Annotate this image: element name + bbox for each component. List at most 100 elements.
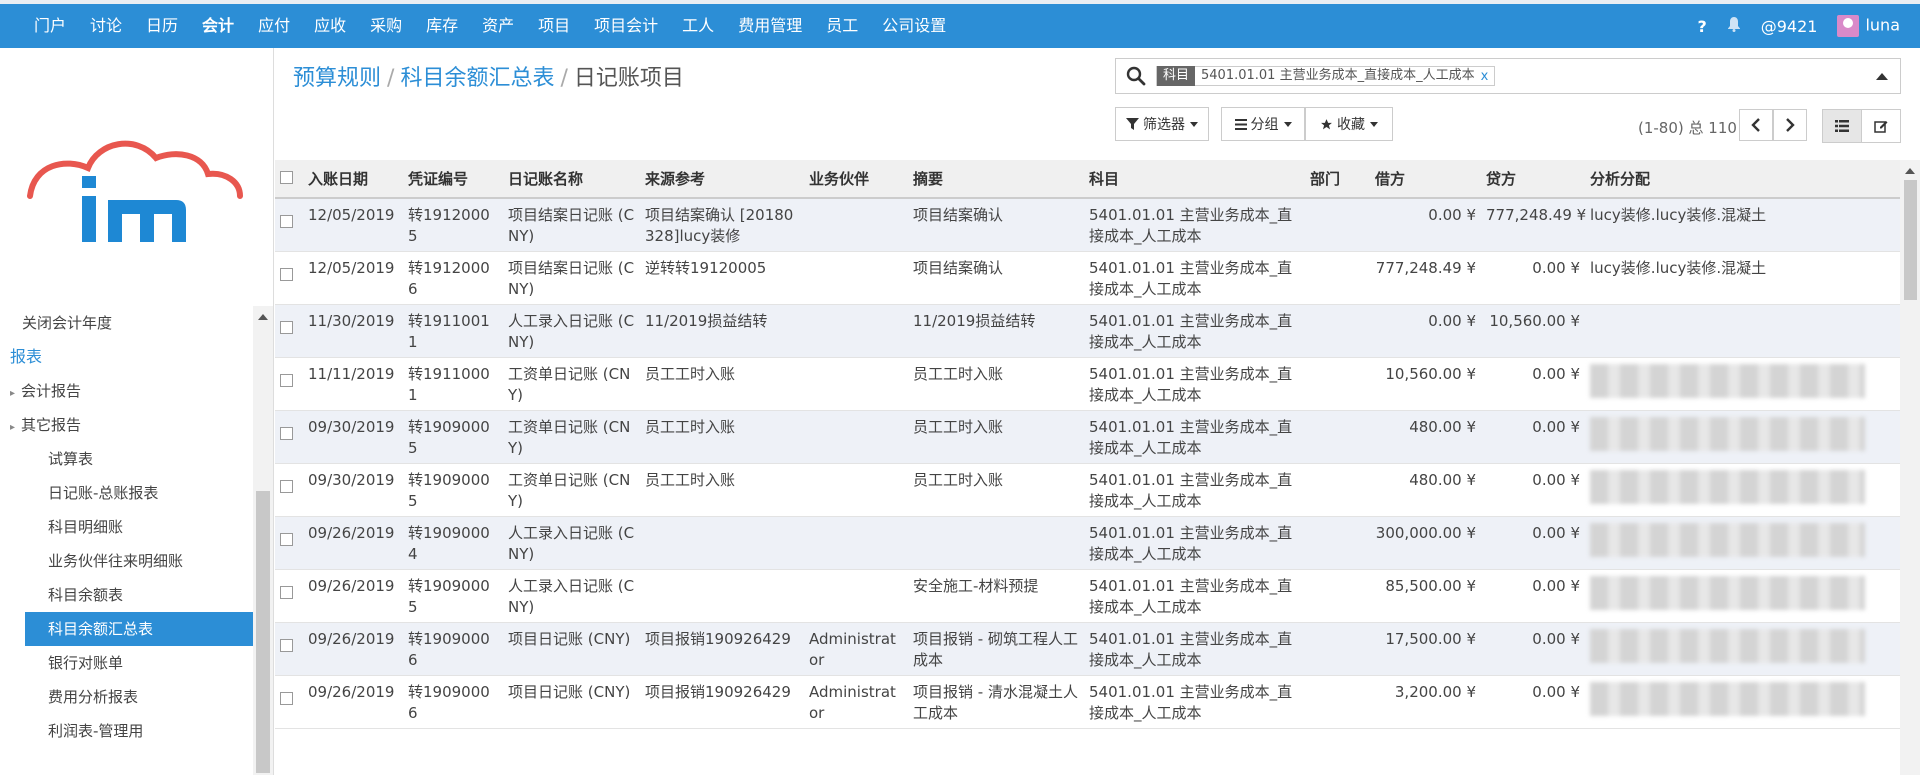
row-checkbox[interactable] <box>280 321 293 334</box>
row-select-cell <box>275 357 303 411</box>
column-header[interactable]: 摘要 <box>908 160 1084 199</box>
sidebar-item[interactable]: 银行对账单 <box>0 646 253 680</box>
menu-item[interactable]: 库存 <box>414 4 470 48</box>
table-row[interactable]: 09/26/2019 转19090006 项目日记账 (CNY) 项目报销190926… <box>275 622 1900 676</box>
row-checkbox[interactable] <box>280 215 293 228</box>
sidebar-item[interactable]: 业务伙伴往来明细账 <box>0 544 253 578</box>
column-header[interactable]: 部门 <box>1305 160 1370 199</box>
sidebar-item[interactable]: 科目余额表 <box>0 578 253 612</box>
list-view-button[interactable] <box>1822 109 1862 143</box>
row-checkbox[interactable] <box>280 692 293 705</box>
partner-cell: Administrator <box>804 675 908 729</box>
menu-item[interactable]: 资产 <box>470 4 526 48</box>
journal-cell: 人工录入日记账 (CNY) <box>503 569 640 623</box>
menu-item[interactable]: 采购 <box>358 4 414 48</box>
table-row[interactable]: 11/11/2019 转19110001 工资单日记账 (CNY) 员工工时入账 员工工… <box>275 357 1900 411</box>
favorites-button[interactable]: 收藏 <box>1305 107 1393 141</box>
edit-icon <box>1874 121 1888 133</box>
sidebar-item-label: 会计报告 <box>21 382 82 400</box>
groupby-label: 分组 <box>1250 117 1279 133</box>
menu-item[interactable]: 项目会计 <box>582 4 670 48</box>
form-view-button[interactable] <box>1861 109 1901 143</box>
user-menu[interactable]: luna <box>1837 15 1900 37</box>
menu-item[interactable]: 会计 <box>190 4 246 48</box>
row-checkbox[interactable] <box>280 480 293 493</box>
journal-items-table: 入账日期 凭证编号 日记账名称 来源参考 业务伙伴 摘要 科目 部门 借方 贷方… <box>275 160 1900 729</box>
menu-item[interactable]: 项目 <box>526 4 582 48</box>
select-all-checkbox[interactable] <box>280 170 293 184</box>
menu-item[interactable]: 应付 <box>246 4 302 48</box>
sidebar-scrollbar[interactable] <box>253 306 273 775</box>
department-cell <box>1305 569 1370 623</box>
sidebar-item[interactable]: ▸ 会计报告 <box>0 374 253 408</box>
table-row[interactable]: 09/26/2019 转19090004 人工录入日记账 (CNY) 5401.01.… <box>275 516 1900 570</box>
table-row[interactable]: 11/30/2019 转19110011 人工录入日记账 (CNY) 11/2019损… <box>275 304 1900 358</box>
groupby-button[interactable]: 分组 <box>1221 107 1305 141</box>
menu-item[interactable]: 公司设置 <box>870 4 958 48</box>
column-header[interactable]: 日记账名称 <box>503 160 640 199</box>
scrollbar-thumb[interactable] <box>256 491 270 773</box>
pager-value[interactable]: (1-80) 总 110 <box>1638 117 1737 138</box>
reference-cell: 项目报销190926429 <box>640 622 804 676</box>
messages-button[interactable]: @9421 <box>1761 17 1818 36</box>
menu-item[interactable]: 日历 <box>134 4 190 48</box>
table-row[interactable]: 09/26/2019 转19090005 人工录入日记账 (CNY) 安全施工-材料预… <box>275 569 1900 623</box>
column-header[interactable]: 凭证编号 <box>403 160 503 199</box>
column-header[interactable]: 来源参考 <box>640 160 804 199</box>
pager-next-button[interactable] <box>1773 109 1807 141</box>
breadcrumb-link[interactable]: 科目余额汇总表 <box>400 66 554 91</box>
row-checkbox[interactable] <box>280 639 293 652</box>
sidebar-item-label: 其它报告 <box>21 416 82 434</box>
breadcrumb-link[interactable]: 预算规则 <box>293 66 381 91</box>
column-header[interactable]: 科目 <box>1084 160 1305 199</box>
menu-item[interactable]: 工人 <box>670 4 726 48</box>
table-row[interactable]: 09/30/2019 转19090005 工资单日记账 (CNY) 员工工时入账 员工工… <box>275 410 1900 464</box>
facet-remove-button[interactable]: x <box>1481 69 1495 84</box>
search-bar[interactable]: 科目 5401.01.01 主营业务成本_直接成本_人工成本 x <box>1115 58 1901 94</box>
partner-cell <box>804 569 908 623</box>
account-cell: 5401.01.01 主营业务成本_直接成本_人工成本 <box>1084 304 1305 358</box>
column-header[interactable]: 借方 <box>1370 160 1481 199</box>
filters-button[interactable]: 筛选器 <box>1115 107 1209 141</box>
scroll-up-icon[interactable] <box>258 314 268 320</box>
select-all-cell <box>275 160 303 199</box>
help-button[interactable]: ? <box>1697 17 1706 36</box>
search-icon[interactable] <box>1126 66 1146 86</box>
menu-item[interactable]: 费用管理 <box>726 4 814 48</box>
menu-item[interactable]: 应收 <box>302 4 358 48</box>
table-row[interactable]: 09/26/2019 转19090006 项目日记账 (CNY) 项目报销190926… <box>275 675 1900 729</box>
sidebar-item[interactable]: ▸ 其它报告 <box>0 408 253 442</box>
bell-icon[interactable] <box>1727 16 1741 36</box>
sidebar-item[interactable]: 科目余额汇总表 <box>25 612 253 646</box>
sidebar-item[interactable]: 日记账-总账报表 <box>0 476 253 510</box>
sidebar-item[interactable]: 报表 <box>0 340 253 374</box>
menu-item[interactable]: 员工 <box>814 4 870 48</box>
memo-cell: 11/2019损益结转 <box>908 304 1084 358</box>
table-row[interactable]: 12/05/2019 转19120005 项目结案日记账 (CNY) 项目结案确认 [… <box>275 198 1900 252</box>
scroll-up-icon[interactable] <box>1905 168 1915 174</box>
scrollbar-thumb[interactable] <box>1904 180 1917 300</box>
sidebar-item[interactable]: 利润表-管理用 <box>0 714 253 748</box>
analytic-cell <box>1585 569 1900 623</box>
menu-item[interactable]: 门户 <box>22 4 78 48</box>
list-scrollbar[interactable] <box>1900 160 1920 775</box>
sidebar-item[interactable]: 科目明细账 <box>0 510 253 544</box>
table-row[interactable]: 12/05/2019 转19120006 项目结案日记账 (CNY) 逆转转19120… <box>275 251 1900 305</box>
date-cell: 09/30/2019 <box>303 463 403 517</box>
row-checkbox[interactable] <box>280 586 293 599</box>
row-checkbox[interactable] <box>280 374 293 387</box>
row-checkbox[interactable] <box>280 268 293 281</box>
sidebar-item[interactable]: 试算表 <box>0 442 253 476</box>
sidebar-item[interactable]: 关闭会计年度 <box>0 306 253 340</box>
pager-previous-button[interactable] <box>1739 109 1773 141</box>
row-checkbox[interactable] <box>280 427 293 440</box>
sidebar-item[interactable]: 费用分析报表 <box>0 680 253 714</box>
menu-item[interactable]: 讨论 <box>78 4 134 48</box>
table-row[interactable]: 09/30/2019 转19090005 工资单日记账 (CNY) 员工工时入账 员工工… <box>275 463 1900 517</box>
column-header[interactable]: 分析分配 <box>1585 160 1900 199</box>
row-checkbox[interactable] <box>280 533 293 546</box>
column-header[interactable]: 业务伙伴 <box>804 160 908 199</box>
column-header[interactable]: 贷方 <box>1481 160 1585 199</box>
search-options-toggle-icon[interactable] <box>1876 73 1888 80</box>
column-header[interactable]: 入账日期 <box>303 160 403 199</box>
